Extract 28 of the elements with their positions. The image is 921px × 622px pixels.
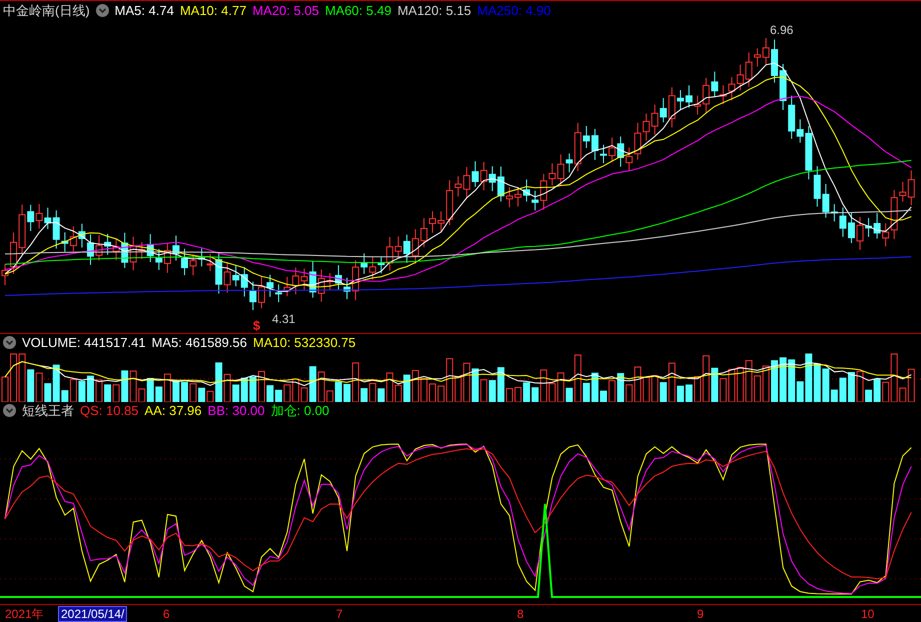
legend-value: MA10: 532330.75	[252, 334, 356, 352]
legend-value: 加仓: 0.00	[270, 402, 330, 420]
legend-value: MA120: 5.15	[397, 2, 472, 20]
price-label: 6.96	[770, 22, 794, 39]
chart-title: 中金岭南(日线)	[3, 2, 90, 20]
axis-label: 8	[516, 606, 525, 622]
axis-label: 10	[860, 606, 876, 622]
axis-label: 6	[162, 606, 171, 622]
dropdown-icon[interactable]	[96, 4, 109, 17]
legend-value: MA5: 4.74	[114, 2, 174, 20]
dropdown-icon[interactable]	[3, 404, 16, 417]
legend-value: VOLUME: 441517.41	[22, 334, 146, 352]
dropdown-icon[interactable]	[3, 336, 16, 349]
axis-label: 2021年	[4, 606, 45, 622]
legend-value: AA: 37.96	[144, 402, 202, 420]
signal-mark: $	[253, 317, 260, 335]
indicator-name: 短线王者	[22, 402, 74, 420]
legend-value: MA60: 5.49	[324, 2, 392, 20]
axis-label: 7	[335, 606, 344, 622]
axis-label: 9	[696, 606, 705, 622]
legend-value: QS: 10.85	[80, 402, 139, 420]
legend-value: MA10: 4.77	[180, 2, 246, 20]
legend-value: MA20: 5.05	[252, 2, 319, 20]
legend-value: MA5: 461589.56	[152, 334, 247, 352]
legend-value: BB: 30.00	[208, 402, 265, 420]
legend-value: MA250: 4.90	[477, 2, 551, 20]
axis-label: 2021/05/14/	[58, 606, 128, 622]
price-label: 4.31	[272, 311, 296, 328]
